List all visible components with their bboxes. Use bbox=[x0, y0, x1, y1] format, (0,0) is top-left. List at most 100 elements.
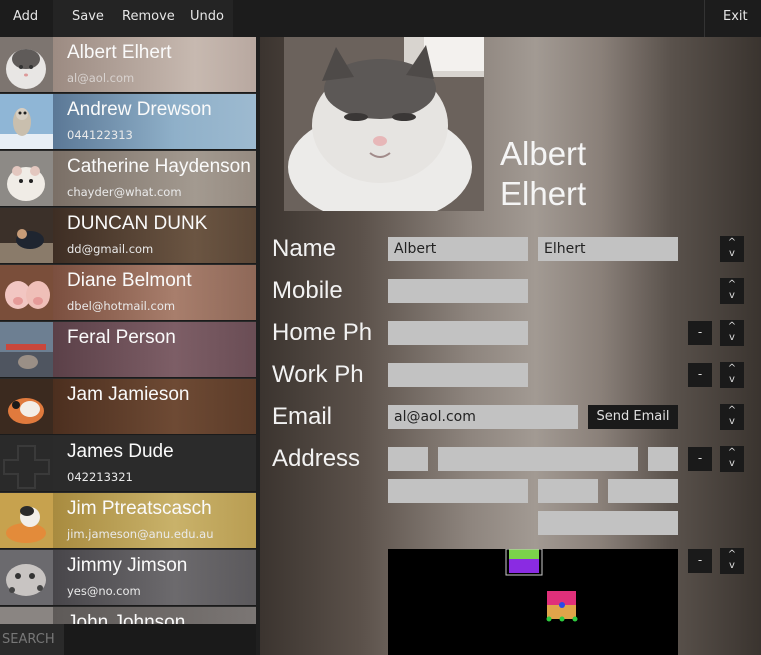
toolbar-divider bbox=[704, 0, 705, 37]
work-phone-reorder-button[interactable]: ^ v bbox=[720, 362, 744, 388]
contact-item[interactable]: Catherine Haydenson chayder@what.com bbox=[0, 151, 256, 207]
mobile-field[interactable] bbox=[388, 279, 528, 303]
contact-avatar bbox=[0, 151, 53, 206]
work-phone-remove-button[interactable]: - bbox=[688, 363, 712, 387]
address-remove-button[interactable]: - bbox=[688, 447, 712, 471]
contact-avatar bbox=[0, 493, 53, 548]
contact-item[interactable]: Andrew Drewson 044122313 bbox=[0, 94, 256, 150]
contact-avatar bbox=[0, 322, 53, 377]
name-label: Name bbox=[272, 235, 337, 262]
up-arrow-icon: ^ bbox=[727, 237, 737, 248]
contact-photo[interactable] bbox=[284, 37, 484, 211]
address-reorder-button[interactable]: ^ v bbox=[720, 446, 744, 472]
address-state-field[interactable] bbox=[538, 479, 598, 503]
contact-item[interactable]: John Johnson bbox=[0, 607, 256, 624]
send-email-button[interactable]: Send Email bbox=[588, 405, 678, 429]
last-name-field[interactable]: Elhert bbox=[538, 237, 678, 261]
contact-name: James Dude bbox=[67, 441, 174, 462]
contact-name: Andrew Drewson bbox=[67, 99, 212, 120]
contact-avatar bbox=[0, 379, 53, 434]
contact-item[interactable]: Jam Jamieson bbox=[0, 379, 256, 435]
contact-detail: 042213321 bbox=[67, 470, 133, 484]
contact-avatar bbox=[0, 94, 53, 149]
contact-name: Diane Belmont bbox=[67, 270, 192, 291]
up-arrow-icon: ^ bbox=[727, 549, 737, 560]
name-reorder-button[interactable]: ^ v bbox=[720, 236, 744, 262]
contact-detail: 044122313 bbox=[67, 128, 133, 142]
down-arrow-icon: v bbox=[729, 560, 735, 571]
save-button[interactable]: Save bbox=[72, 0, 104, 33]
contact-item[interactable]: Albert Elhert al@aol.com bbox=[0, 37, 256, 93]
address-country-field[interactable] bbox=[538, 511, 678, 535]
drawing-reorder-button[interactable]: ^ v bbox=[720, 548, 744, 574]
contact-name: John Johnson bbox=[67, 612, 186, 624]
contact-item[interactable]: Diane Belmont dbel@hotmail.com bbox=[0, 265, 256, 321]
email-reorder-button[interactable]: ^ v bbox=[720, 404, 744, 430]
contact-detail: yes@no.com bbox=[67, 584, 141, 598]
address-street-field[interactable] bbox=[438, 447, 638, 471]
work-phone-field[interactable] bbox=[388, 363, 528, 387]
contact-name: Jam Jamieson bbox=[67, 384, 190, 405]
home-phone-field[interactable] bbox=[388, 321, 528, 345]
contact-name: Albert Elhert bbox=[67, 42, 172, 63]
remove-button[interactable]: Remove bbox=[122, 0, 175, 33]
up-arrow-icon: ^ bbox=[727, 447, 737, 458]
contact-avatar bbox=[0, 607, 53, 624]
contact-avatar bbox=[0, 208, 53, 263]
down-arrow-icon: v bbox=[729, 416, 735, 427]
exit-button[interactable]: Exit bbox=[723, 0, 748, 33]
contact-avatar bbox=[0, 436, 53, 491]
toolbar: Add Save Remove Undo Exit bbox=[0, 0, 761, 37]
search-bar[interactable]: SEARCH bbox=[0, 624, 256, 655]
contact-detail: dd@gmail.com bbox=[67, 242, 154, 256]
home-phone-remove-button[interactable]: - bbox=[688, 321, 712, 345]
contact-avatar bbox=[0, 265, 53, 320]
mobile-label: Mobile bbox=[272, 277, 343, 304]
add-button[interactable]: Add bbox=[13, 0, 38, 33]
up-arrow-icon: ^ bbox=[727, 321, 737, 332]
fullname-last: Elhert bbox=[500, 175, 587, 212]
contact-name: Jim Ptreatscasch bbox=[67, 498, 212, 519]
up-arrow-icon: ^ bbox=[727, 363, 737, 374]
home-phone-label: Home Ph bbox=[272, 319, 373, 346]
email-field[interactable]: al@aol.com bbox=[388, 405, 578, 429]
contact-name: Catherine Haydenson bbox=[67, 156, 251, 177]
work-phone-label: Work Ph bbox=[272, 361, 364, 388]
up-arrow-icon: ^ bbox=[727, 279, 737, 290]
contact-avatar bbox=[0, 550, 53, 605]
address-postcode-field[interactable] bbox=[608, 479, 678, 503]
contact-item[interactable]: DUNCAN DUNK dd@gmail.com bbox=[0, 208, 256, 264]
address-label: Address bbox=[272, 445, 361, 472]
drawing-remove-button[interactable]: - bbox=[688, 549, 712, 573]
address-unit-field[interactable] bbox=[388, 447, 428, 471]
drawing-canvas[interactable] bbox=[388, 549, 678, 655]
contact-item[interactable]: Jim Ptreatscasch jim.jameson@anu.edu.au bbox=[0, 493, 256, 549]
contact-item[interactable]: Jimmy Jimson yes@no.com bbox=[0, 550, 256, 606]
contact-item[interactable]: Feral Person bbox=[0, 322, 256, 378]
contact-name: DUNCAN DUNK bbox=[67, 213, 208, 234]
undo-button[interactable]: Undo bbox=[190, 0, 224, 33]
contact-name: Jimmy Jimson bbox=[67, 555, 188, 576]
contact-detail-panel: Albert Elhert Name Albert Elhert ^ v Mob… bbox=[260, 37, 761, 655]
mobile-reorder-button[interactable]: ^ v bbox=[720, 278, 744, 304]
down-arrow-icon: v bbox=[729, 374, 735, 385]
address-suburb-field[interactable] bbox=[388, 479, 528, 503]
down-arrow-icon: v bbox=[729, 248, 735, 259]
first-name-field[interactable]: Albert bbox=[388, 237, 528, 261]
search-label: SEARCH bbox=[0, 624, 64, 655]
down-arrow-icon: v bbox=[729, 332, 735, 343]
down-arrow-icon: v bbox=[729, 290, 735, 301]
contact-item[interactable]: James Dude 042213321 bbox=[0, 436, 256, 492]
contact-detail: al@aol.com bbox=[67, 71, 135, 85]
home-phone-reorder-button[interactable]: ^ v bbox=[720, 320, 744, 346]
contact-avatar bbox=[0, 37, 53, 92]
email-label: Email bbox=[272, 403, 333, 430]
contact-detail: chayder@what.com bbox=[67, 185, 182, 199]
down-arrow-icon: v bbox=[729, 458, 735, 469]
address-type-field[interactable] bbox=[648, 447, 678, 471]
up-arrow-icon: ^ bbox=[727, 405, 737, 416]
contact-detail: jim.jameson@anu.edu.au bbox=[67, 527, 214, 541]
contact-list[interactable]: Albert Elhert al@aol.com Andrew Drewson … bbox=[0, 37, 256, 624]
fullname-first: Albert bbox=[500, 135, 587, 172]
contact-fullname: Albert Elhert bbox=[500, 134, 586, 214]
